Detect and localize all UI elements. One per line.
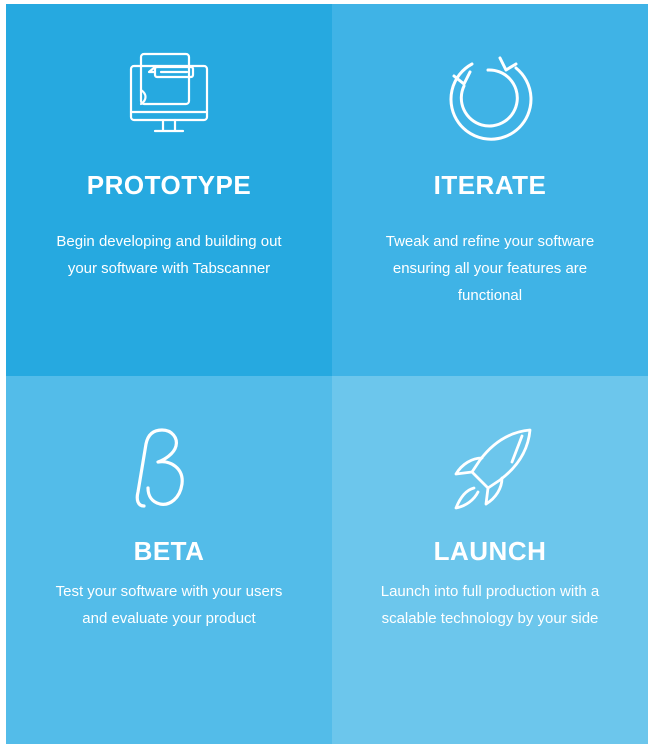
card-description: Launch into full production with a scala… <box>380 583 600 627</box>
rocket-icon <box>442 422 538 518</box>
refresh-cycle-icon <box>442 50 538 146</box>
beta-symbol-icon <box>134 426 204 514</box>
card-launch: LAUNCH Launch into full production with … <box>332 376 648 744</box>
card-prototype: PROTOTYPE Begin developing and building … <box>6 4 332 376</box>
card-title: BETA <box>133 536 205 566</box>
card-beta: BETA Test your software with your users … <box>6 376 332 744</box>
card-iterate: ITERATE Tweak and refine your software e… <box>332 4 648 376</box>
features-grid: PROTOTYPE Begin developing and building … <box>6 4 648 746</box>
card-description: Tweak and refine your software ensuring … <box>385 233 595 304</box>
card-title: ITERATE <box>433 170 547 200</box>
card-title: LAUNCH <box>433 536 547 566</box>
monitor-blueprint-icon <box>121 50 217 140</box>
card-description: Begin developing and building out your s… <box>56 233 282 277</box>
card-description: Test your software with your users and e… <box>55 583 283 627</box>
card-title: PROTOTYPE <box>86 170 252 200</box>
